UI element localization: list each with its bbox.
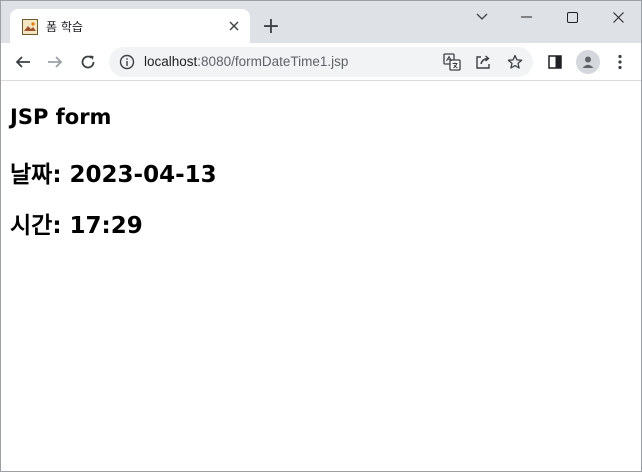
page-heading: JSP form xyxy=(10,105,112,129)
back-icon[interactable] xyxy=(9,48,37,76)
time-line: 시간: 17:29 xyxy=(10,213,143,239)
new-tab-button[interactable]: + xyxy=(259,15,283,39)
maximize-icon[interactable] xyxy=(549,1,595,33)
tab-strip: 폼 학습 + xyxy=(1,1,641,43)
url-text[interactable]: localhost:8080/formDateTime1.jsp xyxy=(144,54,348,69)
url-host: localhost xyxy=(144,54,198,69)
address-bar[interactable]: localhost:8080/formDateTime1.jsp xyxy=(109,47,533,77)
share-icon[interactable] xyxy=(473,52,493,72)
forward-icon[interactable] xyxy=(41,48,69,76)
tab-close-icon[interactable] xyxy=(224,16,244,36)
close-icon[interactable] xyxy=(595,1,641,33)
translate-icon[interactable] xyxy=(442,52,462,72)
menu-icon[interactable] xyxy=(610,52,630,72)
favicon-icon xyxy=(22,19,38,35)
tab-search-icon[interactable] xyxy=(459,1,505,33)
url-path: :8080/formDateTime1.jsp xyxy=(197,54,349,69)
browser-window: 폼 학습 + localhost:8080/formDateTime1.jsp … xyxy=(0,0,642,472)
date-line: 날짜: 2023-04-13 xyxy=(10,162,217,188)
minimize-icon[interactable] xyxy=(503,1,549,33)
browser-toolbar: localhost:8080/formDateTime1.jsp xyxy=(1,43,641,81)
tab-title: 폼 학습 xyxy=(46,20,83,34)
side-panel-icon[interactable] xyxy=(545,52,565,72)
profile-icon[interactable] xyxy=(576,50,600,74)
info-icon[interactable] xyxy=(119,54,135,70)
star-icon[interactable] xyxy=(505,52,525,72)
page-content: JSP form 날짜: 2023-04-13 시간: 17:29 xyxy=(1,81,641,471)
browser-tab[interactable]: 폼 학습 xyxy=(10,9,250,43)
reload-icon[interactable] xyxy=(74,48,102,76)
